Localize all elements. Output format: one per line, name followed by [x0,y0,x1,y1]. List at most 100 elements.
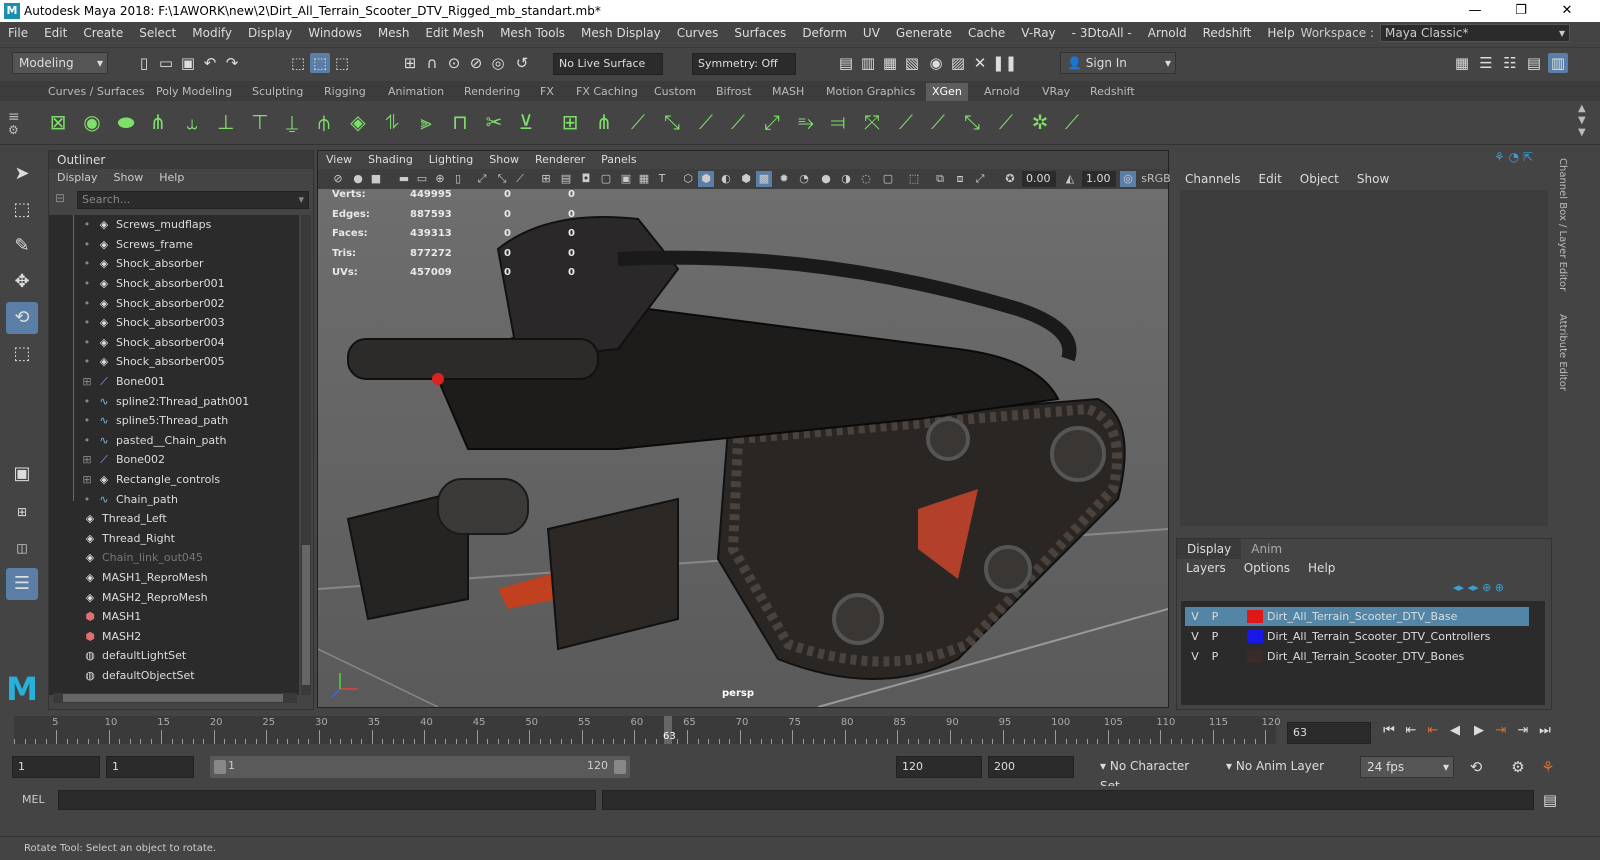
exposure-icon[interactable]: ✪ [1002,171,1018,187]
menu-surfaces[interactable]: Surfaces [726,26,794,40]
menu-set-dropdown[interactable]: Modeling ▾ [12,52,108,74]
play-backward-icon[interactable]: ◀ [1446,722,1464,740]
menu-deform[interactable]: Deform [794,26,855,40]
menu-select[interactable]: Select [131,26,184,40]
layer-row[interactable]: V P Dirt_All_Terrain_Scooter_DTV_Controlle… [1185,627,1529,646]
layer-menu-help[interactable]: Help [1299,559,1344,577]
animation-end-field[interactable]: 200 [988,756,1074,778]
grid-icon[interactable]: ⤢ [474,171,490,187]
layer-row[interactable]: V P Dirt_All_Terrain_Scooter_DTV_Base [1185,607,1529,626]
resolution-gate-icon[interactable]: ⟋ [512,171,528,187]
outliner-item[interactable]: ⊞ ◈ Rectangle_controls [81,470,220,490]
viewport-scene[interactable]: Verts: 449995 0 0 Edges: 887593 0 0 Faces: 439313… [318,189,1168,707]
ipr-render-icon[interactable]: ▥ [858,53,878,73]
layer-row[interactable]: V P Dirt_All_Terrain_Scooter_DTV_Bones [1185,647,1529,666]
channel-menu-channels[interactable]: Channels [1176,170,1250,188]
depth-of-field-icon[interactable]: ◌ [858,171,874,187]
outliner-item[interactable]: ◍ defaultLightSet [83,646,186,666]
range-start-handle[interactable] [214,760,226,774]
xgen-brush-1-icon[interactable]: ⋔ [590,106,618,138]
render-frame-icon[interactable]: ▤ [836,53,856,73]
exposure-field[interactable]: 0.00 [1022,171,1056,187]
xgen-bake-icon[interactable]: ⊻ [512,106,540,138]
xgen-comb-icon[interactable]: ⫸ [412,106,440,138]
shelf-scroll-icon[interactable]: ▲ ▼ ▼ [1578,103,1586,139]
xray-joints-icon[interactable]: ⬚ [906,171,922,187]
color-space-label[interactable]: sRGB [1140,171,1172,187]
outliner-item[interactable]: • ∿ Chain_path [81,489,178,509]
viewport-menu-show[interactable]: Show [481,151,527,169]
command-input[interactable] [58,790,596,810]
select-tool-icon[interactable]: ➤ [6,158,38,190]
menu-3dtoall[interactable]: - 3DtoAll - [1064,26,1140,40]
layer-menu-layers[interactable]: Layers [1177,559,1235,577]
arnold-render-icon[interactable]: ✕ [970,53,990,73]
layer-visibility-toggle[interactable]: V [1185,610,1205,623]
open-scene-icon[interactable]: ▭ [156,53,176,73]
lock-camera-icon[interactable]: ● [350,171,366,187]
animation-prefs-icon[interactable]: ⚘ [1538,757,1558,777]
select-object-icon[interactable]: ⬚ [310,53,330,73]
menu-mesh[interactable]: Mesh [370,26,418,40]
outliner-item[interactable]: • ∿ spline5:Thread_path [81,411,229,431]
safe-title-icon[interactable]: ▣ [618,171,634,187]
menu-edit[interactable]: Edit [36,26,75,40]
outliner-item[interactable]: ◈ MASH2_ReproMesh [83,587,208,607]
layer-visibility-toggle[interactable]: V [1185,630,1205,643]
viewport-menu-panels[interactable]: Panels [593,151,644,169]
xgen-brush-2-icon[interactable]: ⟋ [624,106,652,138]
smooth-shade-icon[interactable]: ⬢ [698,171,714,187]
xgen-brush-7-icon[interactable]: ⥱ [792,106,820,138]
step-forward-key-icon[interactable]: ⇥ [1514,722,1532,740]
layer-editor-actions-icon[interactable]: ◂▸ ◂▸ ⊕ ⊕ [1453,581,1504,594]
outliner-item[interactable]: • ∿ pasted__Chain_path [81,431,227,451]
menu-file[interactable]: File [0,26,36,40]
xgen-brush-15-icon[interactable]: ⟋ [1058,106,1086,138]
lasso-tool-icon[interactable]: ⬚ [6,194,38,226]
outliner-item[interactable]: • ◈ Shock_absorber [81,254,204,274]
channel-box-icon[interactable]: ▤ [1524,53,1544,73]
render-settings-icon[interactable]: ▦ [880,53,900,73]
outliner-item[interactable]: ⊞ ⟋ Bone002 [81,450,165,470]
outliner-options-icon[interactable]: ⊟ [55,191,65,205]
menu-edit-mesh[interactable]: Edit Mesh [417,26,492,40]
viewport-menu-view[interactable]: View [318,151,360,169]
xgen-interactive-groom-icon[interactable]: ⬬ [112,106,140,138]
isolate-icon[interactable]: ▦ [636,171,652,187]
layer-visibility-toggle[interactable]: V [1185,650,1205,663]
two-view-icon[interactable]: ◫ [6,532,38,564]
menu-create[interactable]: Create [75,26,131,40]
outliner-menu-help[interactable]: Help [151,169,192,187]
new-scene-icon[interactable]: ▯ [134,53,154,73]
character-set-dropdown[interactable]: ▾ No Character Set [1094,756,1214,793]
menu-redshift[interactable]: Redshift [1195,26,1260,40]
two-d-pan-icon[interactable]: ⊕ [432,171,448,187]
menu-vray[interactable]: V-Ray [1013,26,1063,40]
outliner-menu-show[interactable]: Show [106,169,152,187]
range-bar[interactable]: 1 120 [210,756,630,778]
range-end-handle[interactable] [614,760,626,774]
layer-color-swatch[interactable] [1247,650,1263,663]
shelf-tab-sculpting[interactable]: Sculpting [246,83,309,101]
xgen-density-icon[interactable]: ⫛ [310,106,338,138]
menu-mesh-tools[interactable]: Mesh Tools [492,26,573,40]
xgen-clumping-icon[interactable]: ⊓ [446,106,474,138]
menu-curves[interactable]: Curves [669,26,727,40]
redo-icon[interactable]: ↷ [222,53,242,73]
snap-point-icon[interactable]: ⊙ [444,53,464,73]
outliner-item[interactable]: ◈ Thread_Right [83,529,175,549]
attribute-editor-side-tab[interactable]: Attribute Editor [1554,314,1568,404]
gamma-field[interactable]: 1.00 [1082,171,1116,187]
isolate-select-icon[interactable]: ⧉ [932,171,948,187]
menu-uv[interactable]: UV [855,26,888,40]
wireframe-on-shaded-icon[interactable]: ◐ [718,171,734,187]
outliner-horizontal-scrollbar[interactable] [53,693,297,703]
auto-key-icon[interactable]: ⚙ [1508,757,1528,777]
ambient-occlusion-icon[interactable]: ◔ [796,171,812,187]
snap-surface-icon[interactable]: ◎ [488,53,508,73]
xgen-bend-guide-icon[interactable]: ⊤ [246,106,274,138]
shelf-settings-icon[interactable]: ⚙ [8,123,19,137]
xgen-add-guide-icon[interactable]: ⥿ [178,106,206,138]
menu-display[interactable]: Display [240,26,300,40]
gate-mask-icon[interactable]: ▤ [558,171,574,187]
